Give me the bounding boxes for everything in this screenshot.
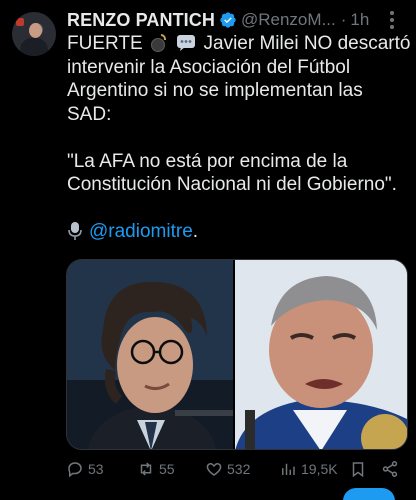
quote-line: Constitución Nacional ni del Gobierno".	[67, 174, 397, 195]
tweet-line-lead: FUERTE	[67, 33, 143, 54]
speech-bubble-emoji-icon	[177, 35, 196, 51]
compose-fab[interactable]	[343, 488, 395, 500]
link-suffix: .	[192, 221, 199, 242]
portrait-left-illustration	[67, 260, 234, 449]
avatar-face	[29, 23, 42, 38]
views-icon	[282, 463, 295, 475]
views-button[interactable]: 19,5K	[279, 458, 338, 480]
tweet-line: FUERTE Javier Milei NO descartó	[67, 32, 412, 56]
quote-line: "La AFA no está por encima de la	[67, 150, 348, 172]
microphone-emoji-icon	[68, 222, 82, 240]
bookmark-icon	[352, 462, 364, 478]
tweet-line: SAD:	[67, 103, 112, 125]
views-count: 19,5K	[301, 461, 338, 477]
retweet-icon	[140, 462, 152, 476]
retweet-count: 55	[159, 461, 175, 477]
author-name[interactable]: RENZO PANTICH	[67, 10, 215, 31]
avatar-flag	[16, 18, 24, 26]
reply-button[interactable]: 53	[66, 458, 104, 480]
tweet-card[interactable]: RENZO PANTICH @RenzoM... · 1h FUERTE Jav…	[0, 0, 416, 500]
author-handle[interactable]: @RenzoM...	[241, 10, 336, 30]
mention-link[interactable]: @radiomitre	[89, 221, 193, 242]
like-count: 532	[227, 461, 251, 477]
media-image-left[interactable]	[67, 260, 234, 449]
tweet-line: intervenir la Asociación del Fútbol	[67, 56, 351, 78]
tweet-line-rest: Javier Milei NO descartó	[203, 33, 411, 54]
retweet-button[interactable]: 55	[137, 458, 175, 480]
author-avatar[interactable]	[12, 12, 56, 56]
bomb-emoji-icon	[150, 34, 167, 52]
bookmark-button[interactable]	[349, 458, 371, 480]
tweet-header: RENZO PANTICH @RenzoM... · 1h	[67, 9, 407, 31]
reply-icon	[68, 462, 82, 478]
tweet-line: Argentino si no se implementan las	[67, 80, 363, 101]
share-icon	[382, 461, 398, 477]
tweet-media[interactable]	[66, 259, 408, 450]
reply-count: 53	[88, 461, 104, 477]
tweet-text: FUERTE Javier Milei NO descartó interven…	[67, 32, 412, 244]
verified-badge-icon	[220, 12, 236, 28]
action-bar: 53 55 532 19,5K	[66, 458, 408, 480]
media-image-right[interactable]	[235, 260, 407, 449]
like-icon	[206, 462, 222, 476]
tweet-time[interactable]: 1h	[350, 10, 369, 30]
share-button[interactable]	[381, 458, 403, 480]
more-options-icon[interactable]	[381, 9, 403, 31]
source-line: @radiomitre.	[67, 220, 412, 244]
like-button[interactable]: 532	[205, 458, 250, 480]
portrait-right-illustration	[235, 260, 407, 449]
avatar-body	[20, 38, 48, 56]
header-separator: ·	[340, 10, 347, 29]
